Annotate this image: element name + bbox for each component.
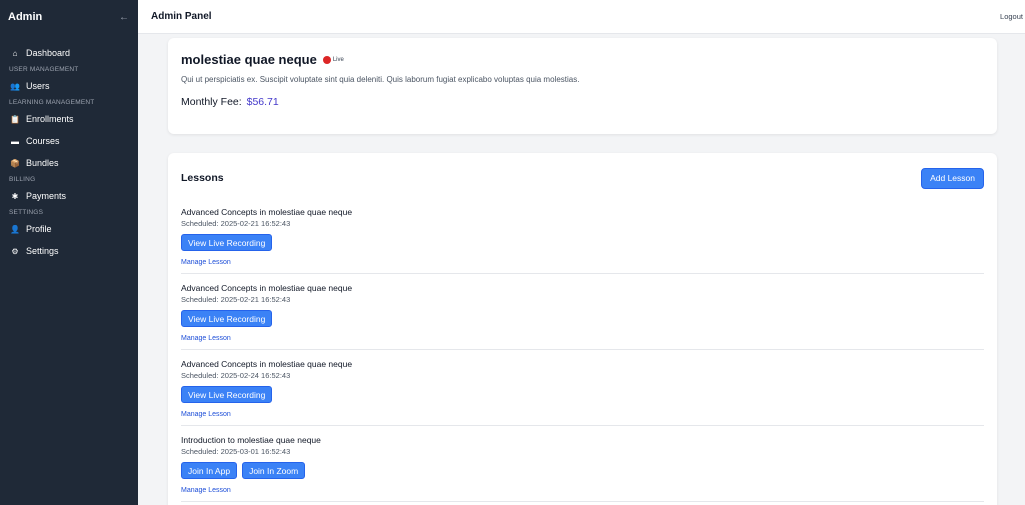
- lesson-title: Advanced Concepts in molestiae quae nequ…: [181, 283, 353, 293]
- add-lesson-button[interactable]: Add Lesson: [921, 167, 984, 189]
- sidebar-section-label: SETTINGS: [9, 209, 44, 216]
- manage-lesson-link[interactable]: Manage Lesson: [181, 259, 231, 266]
- lesson-scheduled: Scheduled: 2025-02-24 16:52:43: [181, 371, 291, 380]
- lesson-actions: View Live Recording: [181, 234, 984, 251]
- fee-value: $56.71: [246, 96, 279, 108]
- sidebar-section-label: LEARNING MANAGEMENT: [9, 99, 95, 106]
- sidebar-item-label: Users: [26, 81, 50, 91]
- live-dot-icon: [322, 55, 331, 64]
- lesson-title: Advanced Concepts in molestiae quae nequ…: [181, 359, 353, 369]
- sidebar-item-label: Enrollments: [26, 114, 74, 124]
- sidebar: Admin ← ⌂ Dashboard USER MANAGEMENT 👥 Users L…: [0, 0, 138, 505]
- lesson-item: Advanced Concepts in molestiae quae nequ…: [181, 198, 984, 274]
- enrollments-icon: 📋: [10, 114, 20, 124]
- lesson-actions: View Live Recording: [181, 386, 984, 403]
- monthly-fee: Monthly Fee: $56.71: [181, 96, 984, 108]
- gear-icon: ⚙: [11, 246, 19, 256]
- course-description: Qui ut perspiciatis ex. Suscipit volupta…: [181, 75, 580, 84]
- view-live-recording-button[interactable]: View Live Recording: [181, 310, 273, 327]
- sidebar-section-label: USER MANAGEMENT: [9, 66, 79, 73]
- sidebar-header: Admin ←: [0, 0, 138, 34]
- sidebar-item-label: Dashboard: [26, 48, 71, 58]
- lesson-actions: Join In App Join In Zoom: [181, 462, 984, 479]
- course-title-row: molestiae quae neque Live: [181, 52, 984, 67]
- sidebar-item-label: Bundles: [26, 158, 59, 168]
- lesson-item: Advanced Concepts in molestiae quae nequ…: [181, 350, 984, 426]
- sidebar-item-dashboard[interactable]: ⌂ Dashboard: [0, 42, 138, 64]
- sidebar-item-courses[interactable]: ▬ Courses: [0, 130, 138, 152]
- sidebar-item-label: Profile: [26, 224, 52, 234]
- payments-icon: ✱: [11, 191, 19, 201]
- users-icon: 👥: [10, 81, 20, 91]
- lesson-item: Advanced Concepts in molestiae quae nequ…: [181, 274, 984, 350]
- sidebar-nav: ⌂ Dashboard USER MANAGEMENT 👥 Users LEARNING …: [0, 34, 138, 262]
- lesson-title: Introduction to molestiae quae neque: [181, 435, 321, 445]
- courses-icon: ▬: [11, 136, 19, 146]
- home-icon: ⌂: [12, 48, 18, 58]
- join-in-zoom-button[interactable]: Join In Zoom: [242, 462, 306, 479]
- profile-icon: 👤: [10, 224, 20, 234]
- manage-lesson-link[interactable]: Manage Lesson: [181, 487, 231, 494]
- lesson-title: Advanced Concepts in molestiae quae nequ…: [181, 207, 353, 217]
- sidebar-item-profile[interactable]: 👤 Profile: [0, 218, 138, 240]
- logout-link[interactable]: Logout: [1000, 12, 1023, 21]
- view-live-recording-button[interactable]: View Live Recording: [181, 386, 273, 403]
- fee-label: Monthly Fee:: [181, 96, 242, 108]
- lesson-actions: View Live Recording: [181, 310, 984, 327]
- manage-lesson-link[interactable]: Manage Lesson: [181, 411, 231, 418]
- topbar: Admin Panel Logout: [138, 0, 1025, 34]
- join-in-app-button[interactable]: Join In App: [181, 462, 238, 479]
- sidebar-item-label: Payments: [26, 191, 67, 201]
- sidebar-item-label: Settings: [26, 246, 59, 256]
- sidebar-item-enrollments[interactable]: 📋 Enrollments: [0, 108, 138, 130]
- view-live-recording-button[interactable]: View Live Recording: [181, 234, 273, 251]
- sidebar-section-label: BILLING: [9, 176, 36, 183]
- lessons-card: Lessons Add Lesson Advanced Concepts in …: [168, 153, 997, 505]
- course-title: molestiae quae neque: [181, 52, 317, 67]
- lessons-header: Lessons Add Lesson: [181, 167, 984, 189]
- sidebar-item-settings[interactable]: ⚙ Settings: [0, 240, 138, 262]
- lessons-title: Lessons: [181, 172, 224, 184]
- sidebar-item-bundles[interactable]: 📦 Bundles: [0, 152, 138, 174]
- lesson-item: Introduction to molestiae quae neque Sche…: [181, 426, 984, 502]
- lesson-scheduled: Scheduled: 2025-02-21 16:52:43: [181, 295, 291, 304]
- page-title: Admin Panel: [151, 11, 212, 22]
- sidebar-item-payments[interactable]: ✱ Payments: [0, 185, 138, 207]
- lesson-scheduled: Scheduled: 2025-02-21 16:52:43: [181, 219, 291, 228]
- lesson-scheduled: Scheduled: 2025-03-01 16:52:43: [181, 447, 291, 456]
- course-card: molestiae quae neque Live Qui ut perspic…: [168, 38, 997, 134]
- sidebar-title: Admin: [8, 11, 43, 23]
- bundles-icon: 📦: [10, 158, 20, 168]
- manage-lesson-link[interactable]: Manage Lesson: [181, 335, 231, 342]
- sidebar-item-label: Courses: [26, 136, 60, 146]
- live-badge: Live: [332, 56, 344, 63]
- sidebar-item-users[interactable]: 👥 Users: [0, 75, 138, 97]
- lesson-list: Advanced Concepts in molestiae quae nequ…: [181, 198, 984, 502]
- collapse-arrow-icon[interactable]: ←: [119, 12, 129, 23]
